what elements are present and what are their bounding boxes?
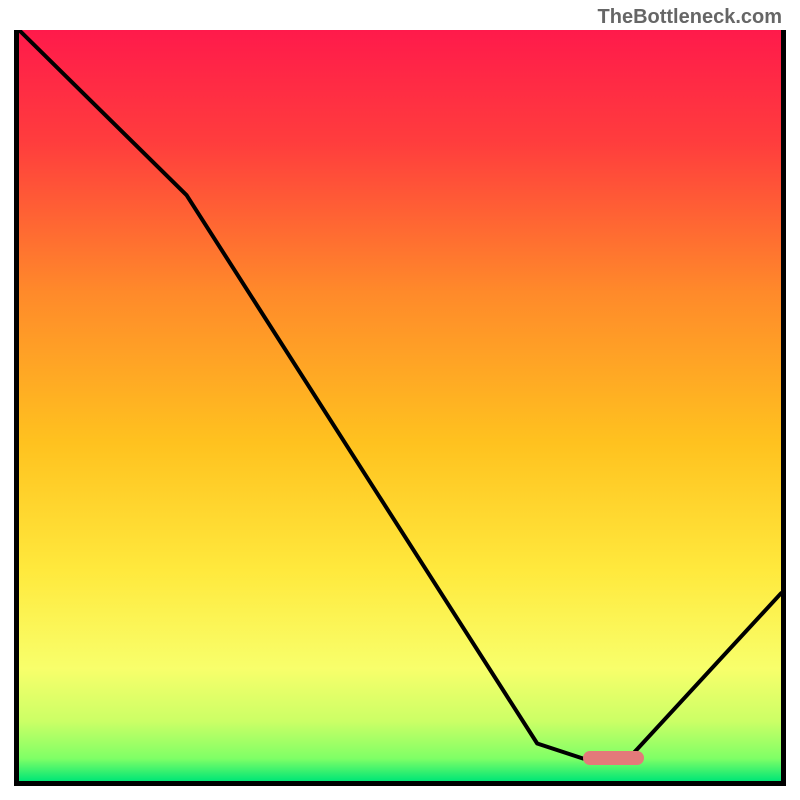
optimal-marker [583,751,644,765]
chart-area [14,30,786,786]
watermark-text: TheBottleneck.com [598,6,782,29]
gradient-background [19,30,781,781]
